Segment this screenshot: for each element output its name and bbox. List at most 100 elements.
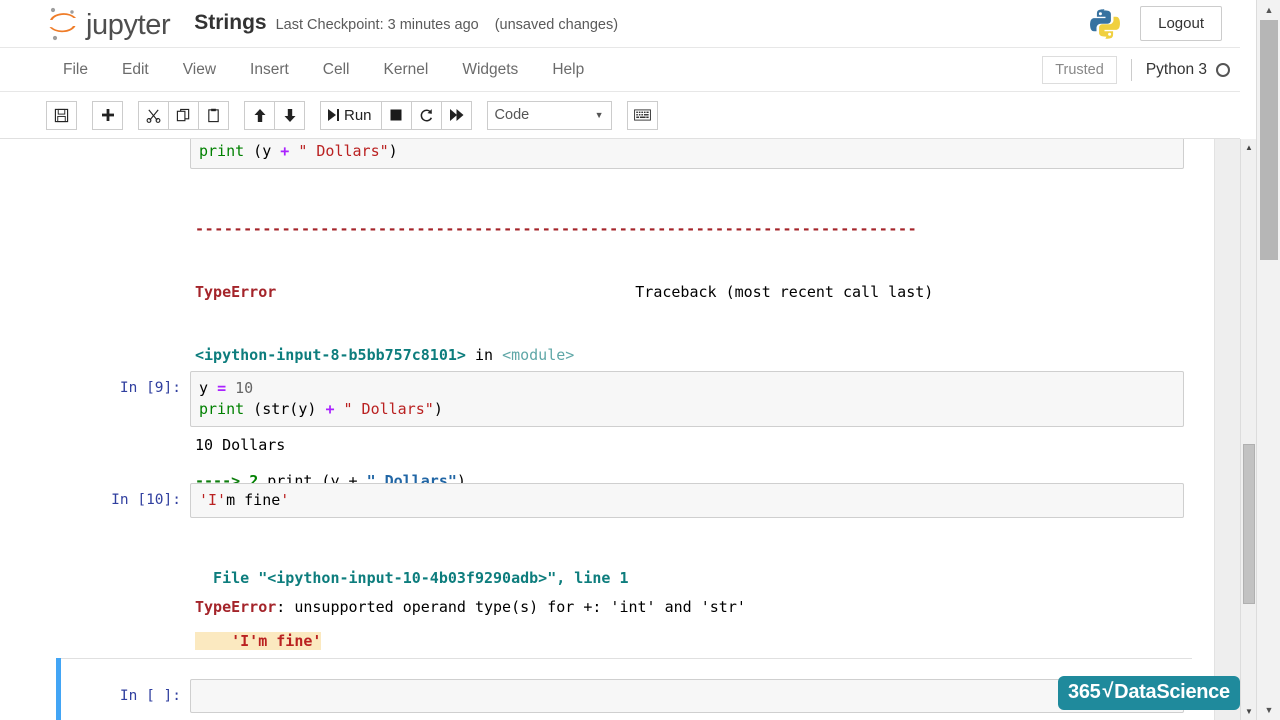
kernel-idle-circle-icon[interactable] (1216, 62, 1230, 77)
menu-item-kernel[interactable]: Kernel (367, 55, 446, 85)
code-token: " Dollars" (298, 142, 389, 160)
menu-items: File Edit View Insert Cell Kernel Widget… (46, 55, 601, 85)
code-token: ' (280, 491, 290, 509)
traceback-label: Traceback (most recent call last) (635, 283, 934, 301)
logout-button[interactable]: Logout (1140, 6, 1222, 41)
code-token: m fine (226, 491, 281, 509)
code-line: print (str(y) + " Dollars") (199, 399, 1183, 420)
error-type-label: TypeError (195, 283, 277, 301)
code-token: = (217, 379, 227, 397)
jupyter-notebook-app: jupyter Strings Last Checkpoint: 3 minut… (0, 0, 1280, 720)
scroll-up-arrow-icon[interactable]: ▲ (1257, 0, 1280, 20)
file-keyword: File (195, 569, 259, 587)
unsaved-changes-label: (unsaved changes) (494, 16, 619, 33)
copy-icon (176, 108, 190, 121)
command-palette-button[interactable] (626, 100, 658, 130)
toolbar-group-run: Run (320, 100, 472, 130)
move-cell-down-button[interactable] (274, 100, 305, 130)
menu-item-widgets[interactable]: Widgets (445, 55, 535, 85)
offending-source: 'I'm fine' (195, 632, 322, 650)
code-cell-10[interactable]: In [10]: 'I'm fine' (98, 483, 1184, 518)
line-number: 1 (619, 569, 629, 587)
menu-item-insert[interactable]: Insert (233, 55, 306, 85)
cut-cell-button[interactable] (138, 100, 169, 130)
page-title[interactable]: Strings (194, 11, 266, 35)
restart-kernel-button[interactable] (410, 100, 442, 130)
toolbar-group-palette (626, 100, 658, 130)
cell-prompt: In [10]: (111, 492, 181, 508)
syntaxerror-code-line: 'I'm fine' (195, 631, 628, 652)
code-cell-partial[interactable]: x print (y + " Dollars") (98, 139, 1184, 169)
scroll-down-arrow-icon[interactable]: ▼ (1257, 700, 1280, 720)
notebook-header: jupyter Strings Last Checkpoint: 3 minut… (0, 0, 1240, 48)
code-line: 'I'm fine' (199, 490, 1183, 511)
notebook-page: x print (y + " Dollars") ---------------… (0, 139, 1214, 720)
cell-type-select[interactable]: Code ▼ (486, 100, 612, 130)
cell-type-value: Code (494, 107, 530, 123)
menu-item-edit[interactable]: Edit (105, 55, 166, 85)
save-button[interactable] (46, 100, 77, 130)
scrollbar-thumb[interactable] (1243, 444, 1255, 604)
chevron-down-icon: ▼ (594, 110, 604, 120)
keyboard-icon (633, 109, 651, 121)
scrollbar-thumb[interactable] (1260, 20, 1278, 260)
code-line: print (y + " Dollars") (199, 141, 1183, 162)
code-token: ) (433, 400, 443, 418)
code-input-area[interactable]: 'I'm fine' (190, 483, 1184, 518)
notebook-toolbar: Run Code ▼ (0, 92, 1240, 139)
scroll-up-arrow-icon[interactable]: ▲ (1241, 139, 1257, 156)
menu-item-help[interactable]: Help (535, 55, 601, 85)
scroll-down-arrow-icon[interactable]: ▼ (1241, 703, 1257, 720)
jupyter-brand[interactable]: jupyter (46, 5, 171, 43)
python-logo-icon (1088, 7, 1122, 41)
trusted-badge: Trusted (1042, 55, 1117, 84)
code-token: y (199, 379, 218, 397)
line-keyword: line (574, 569, 620, 587)
floppy-disk-icon (54, 108, 69, 122)
interrupt-kernel-button[interactable] (380, 100, 412, 130)
watermark-radical-icon: √ (1102, 680, 1114, 702)
menu-item-file[interactable]: File (46, 55, 105, 85)
code-token: + (280, 142, 290, 160)
frame-module: <module> (502, 346, 575, 364)
traceback-divider: ----------------------------------------… (195, 220, 918, 238)
traceback-header-line: TypeError Traceback (most recent call las… (195, 282, 933, 303)
paste-icon (208, 108, 219, 122)
code-input-area[interactable]: y = 10 print (str(y) + " Dollars") (190, 371, 1184, 427)
copy-cell-button[interactable] (168, 100, 199, 130)
insert-cell-below-button[interactable] (92, 100, 123, 130)
code-input-area[interactable] (190, 679, 1184, 713)
code-cell-active[interactable]: In [ ]: (98, 679, 1184, 713)
divider (1130, 58, 1132, 81)
menu-item-view[interactable]: View (166, 55, 233, 85)
notebook-scroll-region: x print (y + " Dollars") ---------------… (0, 139, 1240, 720)
menubar-right-group: Trusted Python 3 (1042, 55, 1230, 84)
code-input-area[interactable]: x print (y + " Dollars") (190, 139, 1184, 169)
code-token: (y (244, 142, 281, 160)
paste-cell-button[interactable] (198, 100, 229, 130)
run-cell-button[interactable]: Run (320, 100, 382, 130)
move-cell-up-button[interactable] (244, 100, 275, 130)
stop-square-icon (390, 109, 402, 121)
jupyter-wordmark: jupyter (86, 8, 171, 41)
browser-scrollbar[interactable]: ▲ ▼ (1256, 0, 1280, 720)
restart-and-run-all-button[interactable] (440, 100, 472, 130)
cell-prompt: In [ ]: (119, 688, 181, 704)
frame-location: <ipython-input-8-b5bb757c8101> (195, 346, 466, 364)
watermark-part2: DataScience (1114, 681, 1230, 703)
menu-item-cell[interactable]: Cell (306, 55, 367, 85)
cell-prompt (98, 139, 190, 169)
toolbar-groups: Run Code ▼ (46, 100, 673, 130)
code-token: ) (388, 142, 398, 160)
traceback-frame-location: <ipython-input-8-b5bb757c8101> in <modul… (195, 345, 933, 366)
notebook-scrollbar[interactable]: ▲ ▼ (1240, 139, 1256, 720)
notebook-right-gutter (1214, 139, 1240, 720)
watermark-badge: 365 √ DataScience (1058, 676, 1240, 710)
scissors-icon (146, 109, 161, 123)
last-checkpoint-label: Last Checkpoint: 3 minutes ago (275, 16, 479, 33)
code-token: 'I' (199, 491, 227, 509)
fast-forward-icon (449, 109, 464, 121)
code-cell-9[interactable]: In [9]: y = 10 print (str(y) + " Dollars… (98, 371, 1184, 427)
